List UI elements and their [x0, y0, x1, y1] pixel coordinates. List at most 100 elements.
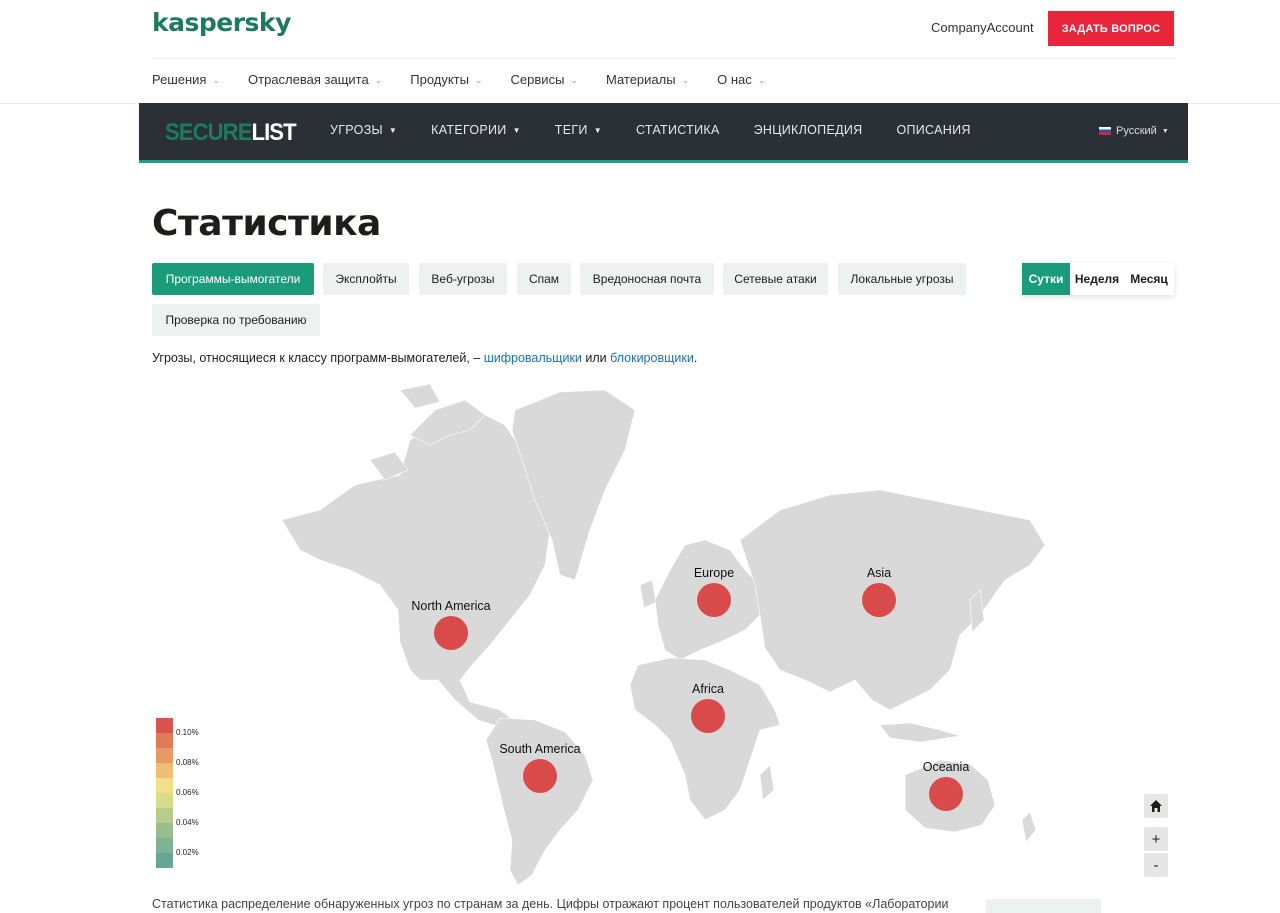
period-day[interactable]: Сутки — [1022, 263, 1070, 295]
region-marker[interactable] — [929, 777, 963, 811]
region-label: South America — [499, 742, 580, 756]
tab-spam[interactable]: Спам — [517, 263, 571, 295]
russia-flag-icon — [1099, 127, 1111, 135]
region-label: North America — [411, 599, 490, 613]
sl-nav-label: ТЕГИ — [554, 123, 588, 137]
ask-question-button[interactable]: ЗАДАТЬ ВОПРОС — [1048, 11, 1174, 46]
nav-item-industry[interactable]: Отраслевая защита ⌄ — [248, 72, 382, 87]
region-label: Africa — [692, 682, 724, 696]
new-zealand-shape — [1021, 811, 1037, 843]
region-marker[interactable] — [434, 616, 468, 650]
chevron-down-icon: ⌄ — [475, 75, 483, 85]
nav-item-label: Решения — [152, 72, 207, 87]
tab-web-threats[interactable]: Веб-угрозы — [419, 263, 507, 295]
map-home-button[interactable] — [1144, 794, 1168, 818]
tab-network-attacks[interactable]: Сетевые атаки — [723, 263, 828, 295]
sl-nav-statistics[interactable]: СТАТИСТИКА — [636, 123, 720, 137]
caret-down-icon: ▼ — [593, 125, 602, 135]
main-nav: Решения ⌄ Отраслевая защита ⌄ Продукты ⌄ Се… — [152, 72, 793, 87]
legend-swatch — [156, 823, 173, 838]
legend-label: 0.02% — [176, 848, 199, 857]
company-account-link[interactable]: CompanyAccount — [931, 20, 1034, 35]
blockers-link[interactable]: блокировщики — [610, 351, 694, 365]
nav-item-products[interactable]: Продукты ⌄ — [410, 72, 482, 87]
legend-swatch — [156, 853, 173, 868]
caret-down-icon: ▼ — [512, 125, 521, 135]
sl-nav-categories[interactable]: КАТЕГОРИИ ▼ — [431, 123, 521, 137]
zoom-in-button[interactable]: + — [1144, 827, 1168, 851]
encryptors-link[interactable]: шифровальщики — [484, 351, 582, 365]
zoom-out-button[interactable]: - — [1144, 853, 1168, 877]
page-title: Статистика — [152, 203, 381, 244]
region-marker[interactable] — [862, 583, 896, 617]
legend-label: 0.04% — [176, 818, 199, 827]
period-month[interactable]: Месяц — [1124, 263, 1174, 295]
sl-nav-encyclopedia[interactable]: ЭНЦИКЛОПЕДИЯ — [754, 123, 863, 137]
sl-nav-label: СТАТИСТИКА — [635, 123, 720, 137]
nav-item-solutions[interactable]: Решения ⌄ — [152, 72, 220, 87]
sl-nav-label: КАТЕГОРИИ — [431, 123, 507, 137]
chevron-down-icon: ⌄ — [757, 75, 766, 85]
land-shapes — [281, 383, 1046, 886]
region-label: Oceania — [923, 760, 970, 774]
sl-nav-label: ОПИСАНИЯ — [896, 123, 971, 137]
kaspersky-logo[interactable]: kaspersky — [152, 8, 291, 37]
tab-malicious-mail[interactable]: Вредоносная почта — [580, 263, 714, 295]
securelist-logo[interactable]: SECURELIST — [165, 119, 297, 147]
tab-local-threats[interactable]: Локальные угрозы — [838, 263, 966, 295]
tab-exploits[interactable]: Эксплойты — [323, 263, 409, 295]
chevron-down-icon: ⌄ — [212, 75, 221, 85]
north-america-shape — [281, 409, 551, 731]
legend-swatch — [156, 793, 173, 808]
madagascar-shape — [759, 764, 775, 801]
chevron-down-icon: ⌄ — [570, 75, 578, 85]
chevron-down-icon: ⌄ — [681, 75, 690, 85]
region-marker[interactable] — [691, 699, 725, 733]
language-label: Русский — [1116, 125, 1157, 137]
tab-ransomware[interactable]: Программы-вымогатели — [152, 263, 314, 295]
sl-nav-threats[interactable]: УГРОЗЫ ▼ — [330, 123, 397, 137]
world-map[interactable]: Europe Asia North America Africa South Ameri… — [260, 380, 1060, 890]
statistics-footnote: Статистика распределение обнаруженных уг… — [152, 897, 949, 911]
uk-shape — [639, 579, 657, 609]
nav-item-label: О нас — [717, 72, 752, 87]
nav-item-label: Материалы — [605, 72, 676, 87]
indonesia-shape — [879, 722, 961, 743]
logo-part-secure: SECURE — [165, 119, 252, 146]
legend-swatch — [156, 838, 173, 853]
description-text: или — [581, 351, 611, 365]
period-switcher: Сутки Неделя Месяц — [1022, 263, 1174, 295]
region-label: Europe — [694, 566, 734, 580]
description: Угрозы, относящиеся к классу программ-вы… — [152, 351, 697, 365]
legend-swatch — [156, 808, 173, 823]
legend-swatch — [156, 733, 173, 748]
legend-label: 0.06% — [176, 788, 199, 797]
sl-nav-descriptions[interactable]: ОПИСАНИЯ — [896, 123, 970, 137]
caret-down-icon: ▼ — [388, 125, 398, 135]
description-text: Угрозы, относящиеся к классу программ-вы… — [152, 351, 484, 365]
legend-swatch — [156, 718, 173, 733]
tab-on-demand-scan[interactable]: Проверка по требованию — [152, 304, 320, 336]
sl-nav-label: УГРОЗЫ — [330, 123, 383, 137]
home-icon — [1150, 800, 1162, 812]
region-label: Asia — [867, 566, 891, 580]
region-marker[interactable] — [523, 759, 557, 793]
logo-part-list: LIST — [251, 119, 297, 146]
period-week[interactable]: Неделя — [1070, 263, 1124, 295]
sl-nav-tags[interactable]: ТЕГИ ▼ — [555, 123, 602, 137]
legend-label: 0.10% — [176, 728, 199, 737]
nav-item-label: Продукты — [410, 72, 469, 87]
description-text: . — [693, 351, 698, 365]
nav-item-label: Сервисы — [510, 72, 565, 87]
site-header: kaspersky CompanyAccount ЗАДАТЬ ВОПРОС Р… — [0, 0, 1280, 104]
language-select[interactable]: Русский ▼ — [1099, 125, 1169, 137]
nav-item-materials[interactable]: Материалы ⌄ — [606, 72, 689, 87]
color-legend: 0.10% 0.08% 0.06% 0.04% 0.02% — [156, 718, 199, 868]
region-marker[interactable] — [697, 583, 731, 617]
nav-item-label: Отраслевая защита — [248, 72, 369, 87]
nav-item-services[interactable]: Сервисы ⌄ — [511, 72, 578, 87]
legend-swatch — [156, 763, 173, 778]
chevron-down-icon: ⌄ — [374, 75, 383, 85]
legend-label: 0.08% — [176, 758, 199, 767]
nav-item-about[interactable]: О нас ⌄ — [717, 72, 765, 87]
